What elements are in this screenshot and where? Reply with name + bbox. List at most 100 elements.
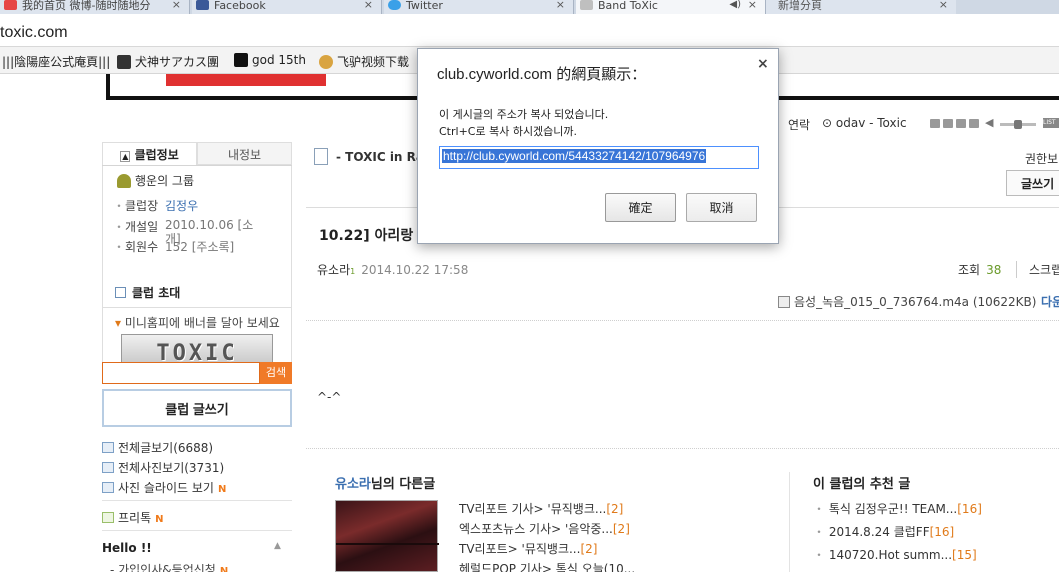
bookmark-video-download[interactable]: 飞驴视频下载 bbox=[319, 53, 409, 70]
post-link[interactable]: TV리포트 기사> '뮤직뱅크... bbox=[459, 502, 606, 516]
author-name[interactable]: 유소라 bbox=[335, 477, 371, 492]
close-icon[interactable]: × bbox=[556, 0, 565, 10]
list-item[interactable]: 헤럴드POP 기사> 톡식 오늘(10... bbox=[459, 560, 789, 572]
sidebar-tabs: ▲ 클럽정보 내정보 bbox=[102, 142, 292, 166]
tab-title: 新增分頁 bbox=[778, 0, 822, 12]
bookmark-onmyoza[interactable]: |||陰陽座公式庵頁||| bbox=[2, 53, 110, 70]
menu-label: 프리톡 bbox=[118, 511, 152, 525]
list-item[interactable]: 2014.8.24 클럽FF[16] bbox=[813, 523, 1059, 546]
dialog-title: club.cyworld.com 的網頁顯示： bbox=[437, 66, 647, 83]
breadcrumb[interactable]: - TOXIC in Ra bbox=[336, 150, 424, 164]
close-icon[interactable]: × bbox=[748, 0, 757, 10]
tab-twitter[interactable]: Twitter × bbox=[384, 0, 574, 14]
playlist-button[interactable]: LIST bbox=[1043, 118, 1059, 128]
bookmark-label: 犬神サアカス團 bbox=[135, 55, 220, 69]
facebook-icon bbox=[196, 0, 209, 10]
address-bar[interactable]: toxic.com bbox=[0, 14, 1059, 47]
chat-icon bbox=[102, 512, 114, 523]
scrap-button[interactable]: 스크랩 bbox=[1016, 261, 1059, 278]
dialog-url-input[interactable]: http://club.cyworld.com/54433274142/1079… bbox=[439, 146, 759, 169]
twitter-icon bbox=[388, 0, 401, 10]
bookmark-god[interactable]: god 15th bbox=[234, 53, 306, 67]
list-item[interactable]: 140720.Hot summ...[15] bbox=[813, 546, 1059, 569]
comment-count: [16] bbox=[957, 502, 982, 516]
write-post-button[interactable]: 글쓰기 bbox=[1006, 170, 1059, 196]
bookmark-label: god 15th bbox=[252, 53, 306, 67]
comment-count: [16] bbox=[929, 525, 955, 539]
club-search-button[interactable]: 검색 bbox=[260, 362, 292, 384]
post-link[interactable]: 2014.8.24 클럽FF bbox=[829, 525, 930, 539]
tab-band-toxic[interactable]: Band ToXic ◀) × bbox=[576, 0, 766, 14]
menu-label: 사진 슬라이드 보기 bbox=[118, 481, 214, 495]
close-icon[interactable]: × bbox=[364, 0, 373, 10]
list-item[interactable]: TV리포트 기사> '뮤직뱅크...[2] bbox=[459, 500, 789, 520]
post-link[interactable]: 톡식 김정우군!! TEAM... bbox=[829, 502, 957, 516]
volume-knob[interactable] bbox=[1014, 120, 1022, 129]
player-next-icon[interactable] bbox=[969, 119, 979, 128]
bookmark-inugami[interactable]: 犬神サアカス團 bbox=[117, 53, 219, 70]
member-count[interactable]: 152 [주소록] bbox=[165, 238, 234, 255]
post-link[interactable]: 헤럴드POP 기사> 톡식 오늘(10... bbox=[459, 562, 635, 572]
mushroom-icon bbox=[117, 174, 131, 188]
tab-my-info[interactable]: 내정보 bbox=[197, 142, 292, 165]
club-write-button[interactable]: 클럽 글쓰기 bbox=[102, 389, 292, 427]
player-stop-icon[interactable] bbox=[930, 119, 940, 128]
download-button[interactable]: 다운 bbox=[1041, 293, 1059, 310]
invite-icon bbox=[115, 287, 126, 298]
board-section-hello[interactable]: Hello !! bbox=[102, 541, 152, 555]
player-play-icon[interactable] bbox=[943, 119, 953, 128]
banner-graphic bbox=[166, 74, 326, 86]
comment-count: [2] bbox=[606, 502, 624, 516]
close-icon[interactable]: × bbox=[757, 56, 769, 72]
player-prev-icon[interactable] bbox=[956, 119, 966, 128]
menu-photo-slideshow[interactable]: 사진 슬라이드 보기 N bbox=[102, 479, 226, 496]
post-link[interactable]: TV리포트> '뮤직뱅크... bbox=[459, 542, 580, 556]
tab-club-info[interactable]: ▲ 클럽정보 bbox=[102, 142, 197, 165]
tab-facebook[interactable]: Facebook × bbox=[192, 0, 382, 14]
menu-all-posts[interactable]: 전체글보기(6688) bbox=[102, 439, 213, 456]
tab-new[interactable]: 新增分頁 × bbox=[766, 0, 956, 14]
club-sidebar: ▲ 클럽정보 내정보 행운의 그룹 클럽장 김정우 개설일 2010.10.06… bbox=[102, 142, 292, 378]
close-icon[interactable]: × bbox=[172, 0, 181, 10]
menu-free-talk[interactable]: 프리톡 N bbox=[102, 509, 164, 526]
collapse-arrow-icon[interactable]: ▲ bbox=[274, 541, 281, 551]
dialog-message-line2: Ctrl+C로 복사 하시겠습니까. bbox=[439, 125, 578, 138]
close-icon[interactable]: × bbox=[939, 0, 948, 10]
menu-label: 전체사진보기(3731) bbox=[118, 461, 225, 475]
tab-weibo[interactable]: 我的首页 微博-随时随地分 × bbox=[0, 0, 190, 14]
volume-icon[interactable]: ◀ bbox=[985, 116, 993, 129]
board-greeting[interactable]: - 가입인사&등업신청 N bbox=[110, 561, 228, 572]
file-icon bbox=[778, 296, 790, 308]
post-link[interactable]: 엑스포츠뉴스 기사> '음악중... bbox=[459, 522, 613, 536]
permission-label: 권한보 bbox=[1025, 152, 1059, 166]
list-item[interactable]: 엑스포츠뉴스 기사> '음악중...[2] bbox=[459, 520, 789, 540]
tab-title: Facebook bbox=[214, 0, 266, 12]
volume-slider[interactable] bbox=[1000, 120, 1036, 129]
post-link[interactable]: 140720.Hot summ... bbox=[829, 548, 952, 562]
contact-link[interactable]: 연락 bbox=[788, 116, 810, 133]
list-icon bbox=[102, 442, 114, 453]
club-owner-link[interactable]: 김정우 bbox=[165, 197, 198, 214]
author-name[interactable]: 유소라 bbox=[317, 263, 350, 277]
list-item[interactable]: TV리포트> '뮤직뱅크...[2] bbox=[459, 540, 789, 560]
club-search: 검색 bbox=[102, 362, 292, 384]
menu-all-photos[interactable]: 전체사진보기(3731) bbox=[102, 459, 224, 476]
url-text[interactable]: toxic.com bbox=[0, 24, 68, 42]
photo-icon bbox=[102, 462, 114, 473]
cancel-button[interactable]: 取消 bbox=[686, 193, 757, 222]
ok-button[interactable]: 確定 bbox=[605, 193, 676, 222]
club-invite-link[interactable]: 클럽 초대 bbox=[115, 284, 180, 301]
content-divider bbox=[306, 320, 1059, 321]
column-divider bbox=[789, 472, 790, 572]
menu-label: 전체글보기(6688) bbox=[118, 441, 214, 455]
bookmark-label: 飞驴视频下载 bbox=[337, 55, 410, 69]
banner-promo-text[interactable]: 미니홈피에 배너를 달아 보세요 bbox=[115, 314, 280, 331]
club-info-panel: 행운의 그룹 클럽장 김정우 개설일 2010.10.06 [소개] 회원수 1… bbox=[102, 166, 292, 308]
selected-url-text[interactable]: http://club.cyworld.com/54433274142/1079… bbox=[442, 149, 707, 163]
comment-count: [2] bbox=[612, 522, 630, 536]
list-item[interactable]: 톡식 김정우군!! TEAM...[16] bbox=[813, 500, 1059, 523]
post-thumbnail[interactable] bbox=[335, 500, 439, 572]
club-search-input[interactable] bbox=[102, 362, 260, 384]
heading-suffix: 님의 다른글 bbox=[370, 477, 436, 492]
info-row-owner: 클럽장 김정우 bbox=[113, 197, 281, 214]
